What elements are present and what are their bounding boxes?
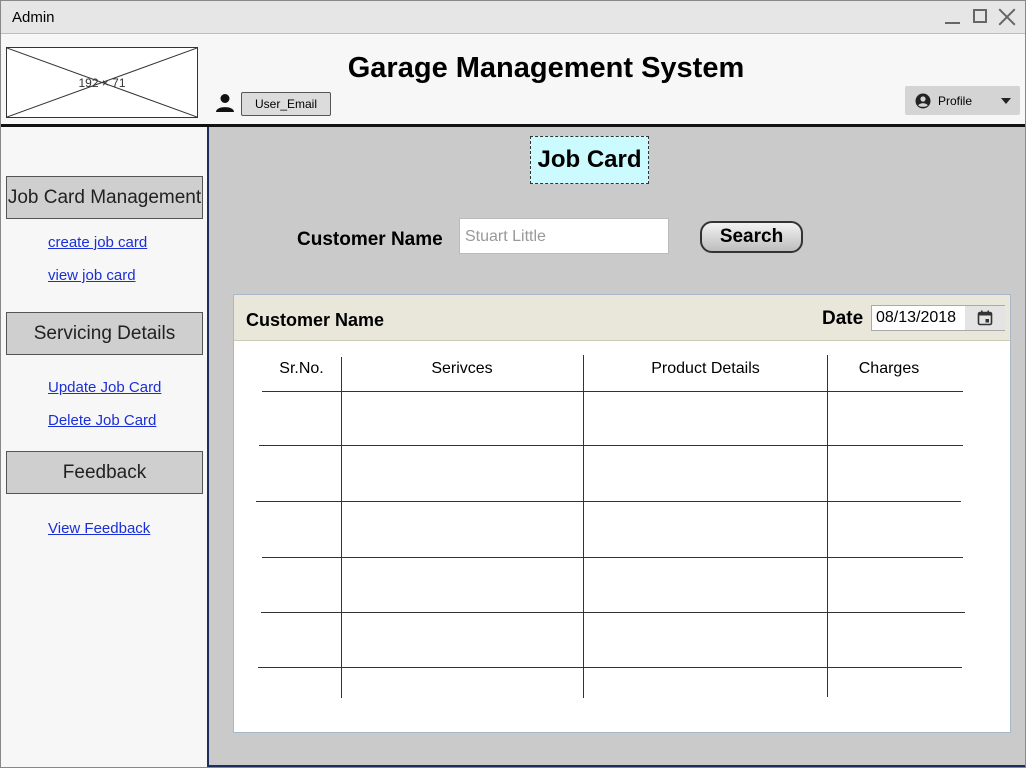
logo-placeholder: 192 × 71 bbox=[6, 47, 198, 118]
page-title: Job Card bbox=[530, 136, 649, 184]
table-row bbox=[261, 612, 965, 613]
main-content: Job Card Customer Name Stuart Little Sea… bbox=[207, 127, 1025, 767]
date-label: Date bbox=[822, 308, 864, 329]
table-row bbox=[258, 667, 962, 668]
account-circle-icon bbox=[915, 93, 931, 109]
app-window: Admin 192 × 71 Garage Management System … bbox=[0, 0, 1026, 768]
user-email-button[interactable]: User_Email bbox=[241, 92, 331, 116]
sidebar-section-job-card-management[interactable]: Job Card Management bbox=[6, 176, 203, 219]
profile-label: Profile bbox=[938, 94, 973, 108]
column-header-services: Serivces bbox=[431, 360, 493, 377]
view-feedback-link[interactable]: View Feedback bbox=[48, 520, 150, 537]
logo-placeholder-label: 192 × 71 bbox=[78, 76, 126, 90]
create-job-card-link[interactable]: create job card bbox=[48, 234, 147, 251]
close-icon[interactable] bbox=[997, 7, 1017, 27]
panel-customer-name-label: Customer Name bbox=[246, 310, 385, 330]
profile-dropdown[interactable]: Profile bbox=[905, 86, 1020, 115]
delete-job-card-link[interactable]: Delete Job Card bbox=[48, 412, 156, 429]
update-job-card-link[interactable]: Update Job Card bbox=[48, 379, 161, 396]
sidebar: Job Card Management create job card view… bbox=[1, 127, 206, 767]
window-title: Admin bbox=[12, 9, 55, 26]
calendar-icon bbox=[977, 310, 993, 326]
customer-name-input[interactable]: Stuart Little bbox=[459, 218, 669, 254]
table-column-divider bbox=[341, 357, 342, 698]
maximize-icon[interactable] bbox=[971, 7, 991, 27]
job-card-panel: Customer Name Date 08/13/2018 Sr.No. Ser… bbox=[233, 294, 1011, 733]
app-header: 192 × 71 Garage Management System User_E… bbox=[1, 34, 1025, 126]
customer-name-label: Customer Name bbox=[297, 229, 443, 250]
chevron-down-icon bbox=[1001, 98, 1011, 104]
date-picker[interactable]: 08/13/2018 bbox=[871, 305, 1005, 331]
column-header-charges: Charges bbox=[858, 360, 920, 377]
app-title: Garage Management System bbox=[347, 52, 745, 84]
table-column-divider bbox=[827, 355, 828, 697]
sidebar-section-servicing-details[interactable]: Servicing Details bbox=[6, 312, 203, 355]
title-bar: Admin bbox=[1, 1, 1025, 34]
calendar-button[interactable] bbox=[965, 306, 1005, 330]
view-job-card-link[interactable]: view job card bbox=[48, 267, 136, 284]
table-row bbox=[259, 445, 963, 446]
column-header-product-details: Product Details bbox=[651, 360, 760, 377]
table-row bbox=[262, 391, 963, 392]
person-icon bbox=[216, 94, 234, 112]
date-value: 08/13/2018 bbox=[876, 309, 957, 326]
search-button[interactable]: Search bbox=[700, 221, 803, 253]
job-card-panel-header: Customer Name Date 08/13/2018 bbox=[234, 295, 1010, 341]
table-column-divider bbox=[583, 355, 584, 698]
sidebar-section-feedback[interactable]: Feedback bbox=[6, 451, 203, 494]
table-row bbox=[256, 501, 961, 502]
table-row bbox=[262, 557, 963, 558]
column-header-sr-no: Sr.No. bbox=[279, 360, 324, 377]
minimize-icon[interactable] bbox=[943, 7, 963, 27]
